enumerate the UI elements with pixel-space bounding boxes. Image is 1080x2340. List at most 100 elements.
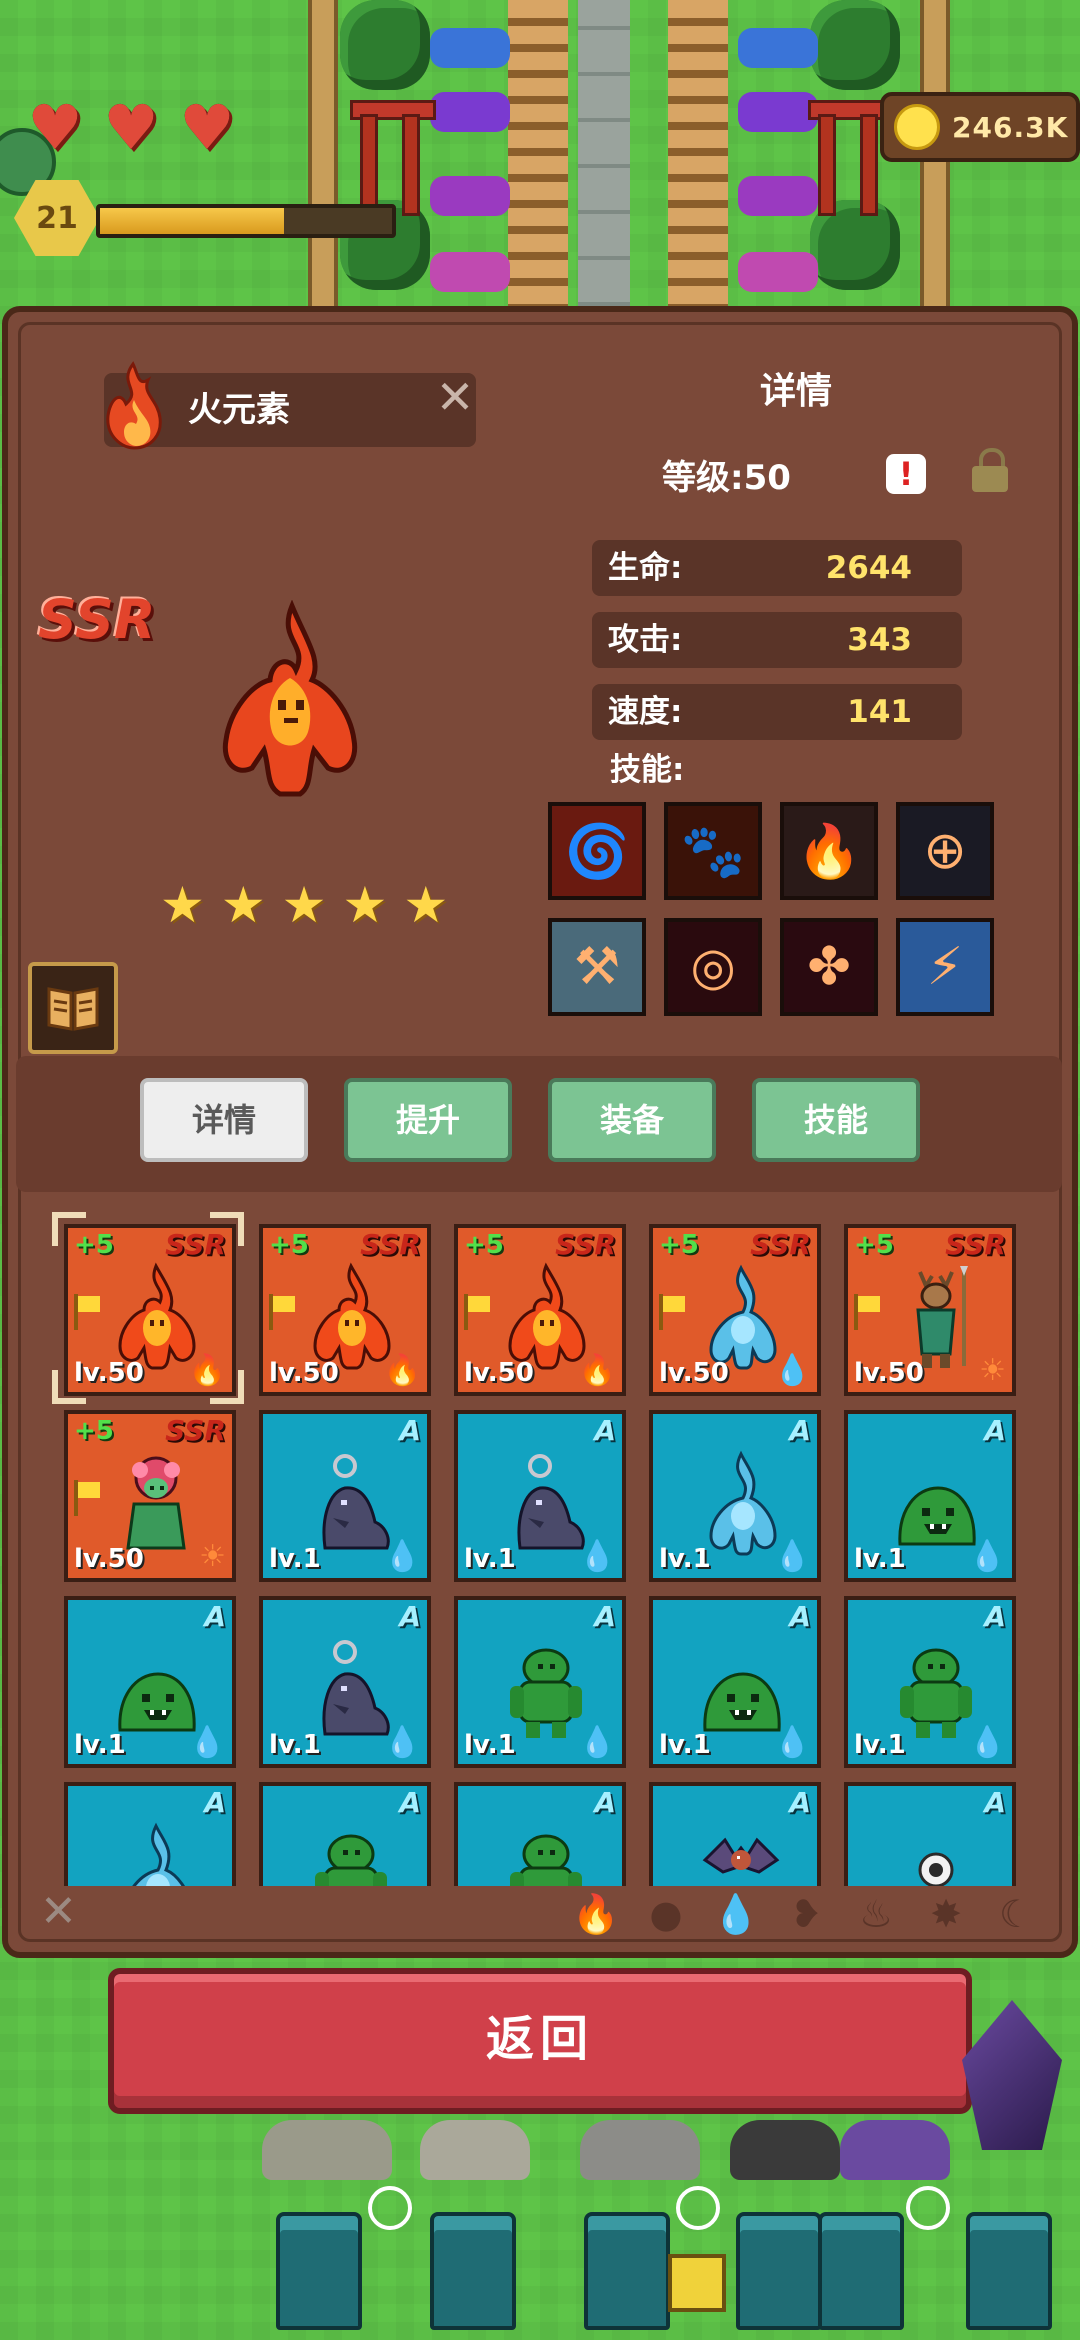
water-element-icon: 💧	[773, 1539, 811, 1574]
water-element-icon: 💧	[383, 1539, 421, 1574]
skills-label: 技能:	[610, 752, 685, 788]
close-all-icon[interactable]: ✕	[40, 1890, 77, 1934]
pillar-icon: ⚒	[573, 937, 621, 997]
card-rarity: A	[984, 1786, 1006, 1819]
violet-flowers	[738, 176, 818, 216]
monster-card[interactable]: +5 SSR lv.50 🔥	[259, 1224, 431, 1396]
crosshair-icon: ⊕	[923, 821, 967, 881]
enhance-level: +5	[854, 1230, 894, 1260]
earth-filter-icon[interactable]: ●	[642, 1890, 690, 1938]
monster-card[interactable]: Alv.1 💧	[844, 1410, 1016, 1582]
blood-drops-icon: ✤	[807, 937, 851, 997]
skill-slot[interactable]: ◎	[664, 918, 762, 1016]
water-element-icon: 💧	[773, 1353, 811, 1388]
selection-corner	[52, 1212, 86, 1246]
monster-card[interactable]: A	[259, 1782, 431, 1886]
card-rarity: SSR	[165, 1414, 226, 1447]
golden-chest[interactable]	[668, 2254, 726, 2312]
stat-value: 141	[847, 694, 912, 730]
tab-2[interactable]: 装备	[548, 1078, 716, 1162]
spawn-ring	[368, 2186, 412, 2230]
card-level: lv.50	[464, 1358, 534, 1388]
dark-filter-icon[interactable]: ☾	[992, 1890, 1040, 1938]
deer-spearman-sprite	[916, 1266, 968, 1368]
fire-filter-icon[interactable]: 🔥	[572, 1890, 620, 1938]
tree	[340, 0, 430, 90]
wind-filter-icon[interactable]: ❥	[782, 1890, 830, 1938]
monster-grid[interactable]: +5 SSR lv.50 🔥 +5 SSR lv.50 🔥 +5 SSR lv.50 🔥 +5 SSR lv…	[38, 1206, 1044, 1886]
monster-card[interactable]: Alv.1 💧	[259, 1410, 431, 1582]
monster-card[interactable]: Alv.1 💧	[649, 1596, 821, 1768]
flag-icon	[72, 1480, 102, 1516]
light-filter-icon[interactable]: ✸	[922, 1890, 970, 1938]
tab-3[interactable]: 技能	[752, 1078, 920, 1162]
player-level: 21	[36, 200, 78, 236]
monster-card[interactable]: A	[649, 1782, 821, 1886]
card-rarity: SSR	[555, 1228, 616, 1261]
heart-icon: ♥	[27, 91, 83, 164]
alert-icon[interactable]: !	[886, 454, 926, 494]
monster-card[interactable]: Alv.1 💧	[64, 1596, 236, 1768]
water-filter-icon[interactable]: 💧	[712, 1890, 760, 1938]
fence-left	[308, 0, 338, 310]
card-rarity: SSR	[750, 1228, 811, 1261]
card-rarity: A	[789, 1414, 811, 1447]
monster-card[interactable]: +5 SSR lv.50 🔥	[454, 1224, 626, 1396]
water-element-icon: 💧	[968, 1725, 1006, 1760]
monster-card[interactable]: +5 SSR lv.50 ☀	[64, 1410, 236, 1582]
skill-slot[interactable]: 🔥	[780, 802, 878, 900]
lock-icon[interactable]	[972, 448, 1008, 492]
skill-slot[interactable]: ✤	[780, 918, 878, 1016]
flower-maiden-sprite	[126, 1456, 186, 1550]
star-icon: ★	[281, 876, 327, 934]
return-button[interactable]: 返回	[108, 1968, 972, 2114]
gold-amount: 246.3K	[952, 110, 1069, 144]
health-hearts: ♥ ♥ ♥	[22, 91, 240, 164]
green-golem-sprite	[510, 1834, 582, 1886]
monster-card[interactable]: A	[64, 1782, 236, 1886]
stat-label: 速度:	[608, 694, 683, 730]
flag-icon	[852, 1294, 882, 1330]
monster-card[interactable]: Alv.1 💧	[649, 1410, 821, 1582]
water-element-icon: 💧	[188, 1725, 226, 1760]
monster-card[interactable]: Alv.1 💧	[454, 1410, 626, 1582]
rarity-badge: SSR	[38, 588, 156, 651]
fire-swirl-icon: 🌀	[564, 821, 630, 882]
monster-card[interactable]: +5 SSR lv.50 💧	[649, 1224, 821, 1396]
card-rarity: SSR	[945, 1228, 1006, 1261]
skill-slot[interactable]: 🐾	[664, 802, 762, 900]
card-rarity: A	[204, 1600, 226, 1633]
flame-spirit-icon: 🔥	[796, 821, 862, 882]
water-element-icon: 💧	[773, 1725, 811, 1760]
skill-slot[interactable]: ⚡	[896, 918, 994, 1016]
monster-card[interactable]: A	[844, 1782, 1016, 1886]
skill-slot[interactable]: 🌀	[548, 802, 646, 900]
monster-card[interactable]: Alv.1 💧	[844, 1596, 1016, 1768]
torii-gate-right	[808, 100, 894, 216]
spawn-ring	[906, 2186, 950, 2230]
skill-slot[interactable]: ⚒	[548, 918, 646, 1016]
flame-filter-icon[interactable]: ♨	[852, 1890, 900, 1938]
fire-element-icon	[106, 361, 162, 450]
monster-card[interactable]: A	[454, 1782, 626, 1886]
blood-ring-icon: ◎	[690, 937, 736, 997]
enhance-level: +5	[659, 1230, 699, 1260]
tab-1[interactable]: 提升	[344, 1078, 512, 1162]
monster-card[interactable]: +5 SSR lv.50 ☀	[844, 1224, 1016, 1396]
book-icon[interactable]	[28, 962, 118, 1054]
card-level: lv.1	[269, 1730, 321, 1760]
details-title: 详情	[760, 371, 833, 412]
card-rarity: SSR	[360, 1228, 421, 1261]
plank-path-left	[508, 0, 568, 310]
xp-bar	[96, 204, 396, 238]
gold-counter[interactable]: 246.3K	[880, 92, 1080, 162]
skill-slot[interactable]: ⊕	[896, 802, 994, 900]
card-level: lv.1	[659, 1544, 711, 1574]
monster-card[interactable]: Alv.1 💧	[454, 1596, 626, 1768]
eye-ghost-sprite	[918, 1852, 954, 1886]
monster-card[interactable]: Alv.1 💧	[259, 1596, 431, 1768]
close-icon[interactable]: ✕	[432, 374, 478, 420]
tab-0[interactable]: 详情	[140, 1078, 308, 1162]
coin-icon	[894, 104, 940, 150]
water-element-icon: 💧	[968, 1539, 1006, 1574]
